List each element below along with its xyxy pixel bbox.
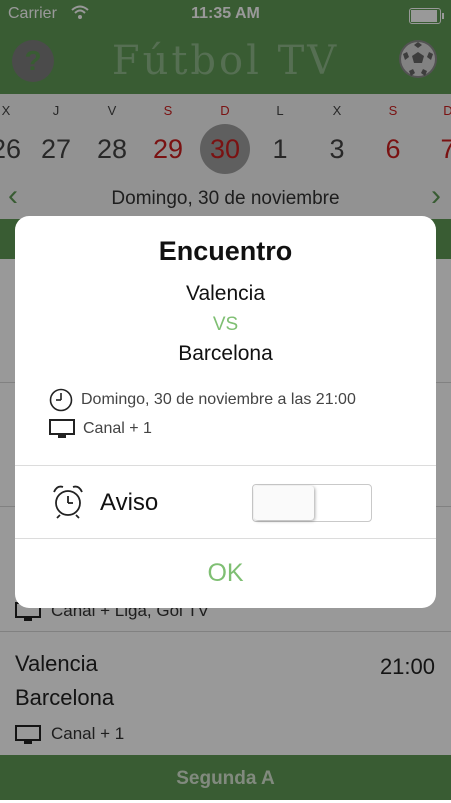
toggle-knob[interactable] [254, 486, 314, 520]
versus-label: VS [212, 314, 239, 335]
divider [15, 465, 436, 466]
away-team: Barcelona [178, 342, 273, 365]
ok-button[interactable]: OK [15, 539, 436, 608]
datetime-label: Domingo, 30 de noviembre a las 21:00 [81, 391, 356, 409]
alarm-toggle[interactable] [252, 484, 372, 522]
home-team: Valencia [186, 282, 265, 305]
alarm-clock-icon [53, 485, 83, 519]
channel-label: Canal + 1 [83, 420, 152, 438]
alarm-label: Aviso [100, 489, 159, 516]
match-detail-dialog: Encuentro Valencia VS Barcelona Domingo,… [15, 216, 436, 608]
match-datetime: Domingo, 30 de noviembre a las 21:00 [49, 388, 356, 412]
dialog-title: Encuentro [158, 236, 293, 266]
clock-icon [49, 388, 73, 412]
match-channel: Canal + 1 [49, 419, 152, 439]
tv-icon [49, 419, 75, 438]
